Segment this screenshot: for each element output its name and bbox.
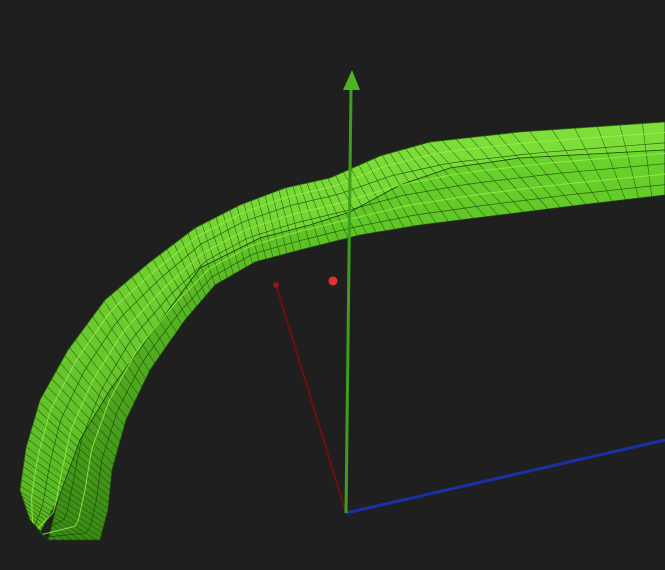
- scene-canvas[interactable]: [0, 0, 665, 570]
- pivot-point-marker[interactable]: [328, 276, 338, 286]
- z-axis-endpoint-marker: [273, 282, 279, 288]
- 3d-viewport[interactable]: [0, 0, 665, 570]
